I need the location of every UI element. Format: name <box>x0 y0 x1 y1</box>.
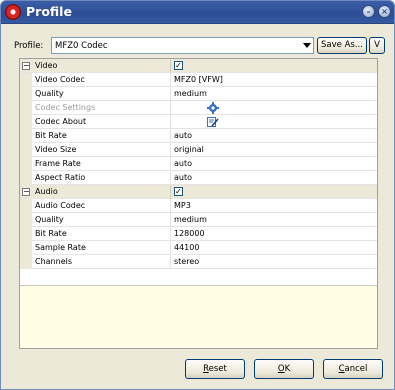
property-row[interactable]: Codec Settings <box>20 101 377 115</box>
gear-icon[interactable] <box>207 102 219 114</box>
property-value[interactable]: medium <box>174 89 207 98</box>
property-row[interactable]: Bit Rate 128000 <box>20 227 377 241</box>
property-row[interactable]: Audio Codec MP3 <box>20 199 377 213</box>
property-row[interactable]: Aspect Ratio auto <box>20 171 377 185</box>
v-button[interactable]: V <box>369 37 385 54</box>
close-button[interactable]: × <box>378 5 391 18</box>
profile-label: Profile: <box>14 41 44 51</box>
property-value[interactable]: original <box>174 145 204 154</box>
profile-dialog: Profile – × Profile: MFZ0 Codec Save As.… <box>0 0 395 390</box>
property-name: Audio Codec <box>35 201 86 210</box>
category-video[interactable]: − Video ✓ <box>20 59 377 73</box>
property-row[interactable]: Bit Rate auto <box>20 129 377 143</box>
property-row[interactable]: Quality medium <box>20 87 377 101</box>
property-row[interactable]: Video Size original <box>20 143 377 157</box>
edit-icon[interactable] <box>207 116 219 128</box>
property-name: Quality <box>35 89 64 98</box>
window-title: Profile <box>26 4 72 19</box>
property-name: Bit Rate <box>35 131 67 140</box>
property-name: Aspect Ratio <box>35 173 86 182</box>
property-value[interactable]: medium <box>174 215 207 224</box>
reset-button[interactable]: Reset <box>185 359 245 379</box>
property-name: Video Codec <box>35 75 85 84</box>
audio-enabled-checkbox[interactable]: ✓ <box>174 187 183 196</box>
property-name: Video Size <box>35 145 77 154</box>
property-row[interactable]: Quality medium <box>20 213 377 227</box>
property-value[interactable]: MP3 <box>174 201 191 210</box>
property-value[interactable]: stereo <box>174 257 199 266</box>
property-row[interactable]: Sample Rate 44100 <box>20 241 377 255</box>
property-name: Quality <box>35 215 64 224</box>
collapse-icon[interactable]: − <box>22 188 30 196</box>
property-value[interactable]: MFZ0 [VFW] <box>174 75 223 84</box>
property-value[interactable]: auto <box>174 159 192 168</box>
minimize-button[interactable]: – <box>362 5 375 18</box>
app-icon <box>5 4 21 20</box>
property-value[interactable]: 44100 <box>174 243 199 252</box>
save-as-button[interactable]: Save As... <box>317 37 367 54</box>
property-row[interactable]: Channels stereo <box>20 255 377 269</box>
property-grid-frame: − Video ✓ Video Codec MFZ0 [VFW] Quality… <box>19 58 378 349</box>
description-panel <box>20 285 377 348</box>
video-enabled-checkbox[interactable]: ✓ <box>174 61 183 70</box>
property-row[interactable]: Frame Rate auto <box>20 157 377 171</box>
property-value[interactable]: 128000 <box>174 229 205 238</box>
property-name: Frame Rate <box>35 159 81 168</box>
property-name: Channels <box>35 257 73 266</box>
property-name: Codec About <box>35 117 87 126</box>
property-row[interactable]: Video Codec MFZ0 [VFW] <box>20 73 377 87</box>
property-row[interactable]: Codec About <box>20 115 377 129</box>
property-name: Bit Rate <box>35 229 67 238</box>
property-grid[interactable]: − Video ✓ Video Codec MFZ0 [VFW] Quality… <box>20 59 377 272</box>
cancel-button[interactable]: Cancel <box>323 359 383 379</box>
category-audio[interactable]: − Audio ✓ <box>20 185 377 199</box>
profile-select-value: MFZ0 Codec <box>55 41 108 51</box>
profile-select[interactable]: MFZ0 Codec <box>51 37 314 54</box>
property-name: Codec Settings <box>35 103 96 112</box>
collapse-icon[interactable]: − <box>22 62 30 70</box>
property-value[interactable]: auto <box>174 131 192 140</box>
property-name: Sample Rate <box>35 243 86 252</box>
chevron-down-icon[interactable] <box>303 43 311 48</box>
category-label: Audio <box>35 187 58 196</box>
category-label: Video <box>35 61 58 70</box>
title-bar[interactable]: Profile – × <box>1 1 394 24</box>
ok-button[interactable]: OK <box>254 359 314 379</box>
property-value[interactable]: auto <box>174 173 192 182</box>
